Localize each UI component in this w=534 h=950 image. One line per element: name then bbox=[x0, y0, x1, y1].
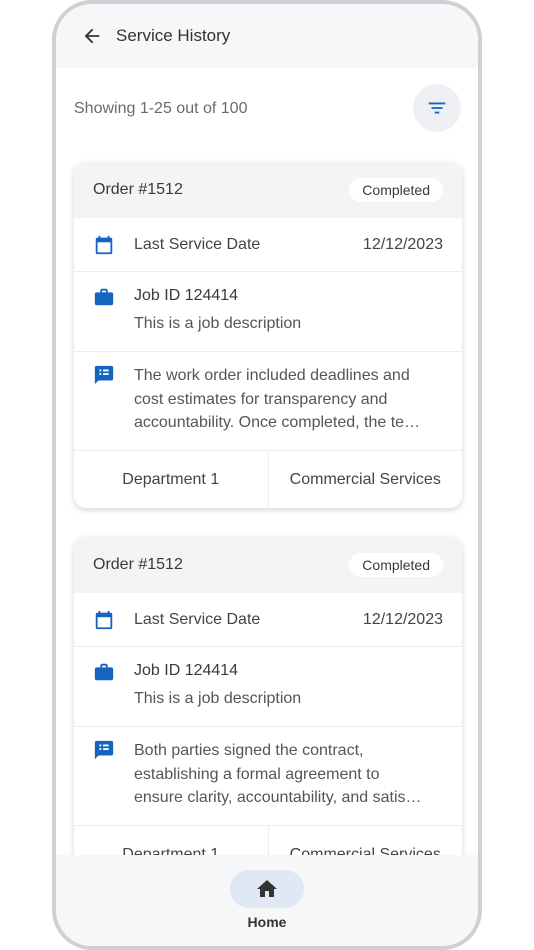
service-card[interactable]: Order #1512 Completed Last Service Date … bbox=[74, 537, 462, 855]
date-label: Last Service Date bbox=[134, 610, 261, 628]
notes-line: Both parties signed the contract, bbox=[134, 742, 364, 759]
home-nav-button[interactable] bbox=[230, 870, 304, 908]
notes-icon bbox=[93, 739, 115, 761]
notes-line: The work order included deadlines and bbox=[134, 367, 410, 384]
service-card[interactable]: Order #1512 Completed Last Service Date … bbox=[74, 162, 462, 508]
app-bar: Service History bbox=[56, 4, 478, 68]
phone-frame: Service History Showing 1-25 out of 100 … bbox=[52, 0, 482, 950]
filter-button[interactable] bbox=[413, 84, 461, 132]
last-service-date-row: Last Service Date 12/12/2023 bbox=[74, 218, 462, 272]
work-notes: Both parties signed the contract, establ… bbox=[134, 739, 440, 810]
last-service-date-row: Last Service Date 12/12/2023 bbox=[74, 593, 462, 647]
arrow-left-icon bbox=[84, 28, 100, 44]
home-icon bbox=[257, 880, 277, 897]
briefcase-icon bbox=[93, 661, 115, 683]
job-id: Job ID 124414 bbox=[134, 287, 239, 304]
department-tag: Department 1 bbox=[122, 470, 220, 488]
job-row: Job ID 124414 This is a job description bbox=[74, 647, 462, 727]
job-row: Job ID 124414 This is a job description bbox=[74, 272, 462, 352]
service-type-tag: Commercial Services bbox=[267, 451, 463, 508]
job-id: Job ID 124414 bbox=[134, 662, 239, 679]
status-badge: Completed bbox=[349, 553, 443, 577]
briefcase-icon bbox=[93, 286, 115, 308]
date-value: 12/12/2023 bbox=[362, 610, 443, 628]
job-description: This is a job description bbox=[134, 315, 302, 332]
date-label: Last Service Date bbox=[134, 235, 261, 253]
order-number: Order #1512 bbox=[93, 556, 183, 573]
calendar-icon bbox=[93, 234, 115, 256]
notes-row: Both parties signed the contract, establ… bbox=[74, 727, 462, 826]
notes-line: establishing a formal agreement to bbox=[134, 765, 380, 783]
notes-line: accountability. Once completed, the te… bbox=[134, 414, 421, 431]
order-number: Order #1512 bbox=[93, 181, 183, 198]
bottom-navigation: Home bbox=[56, 855, 478, 946]
filter-icon bbox=[428, 102, 446, 114]
notes-icon bbox=[93, 364, 115, 386]
home-nav-label[interactable]: Home bbox=[248, 914, 287, 930]
service-type-tag: Commercial Services bbox=[267, 826, 463, 855]
tags-row: Department 1 Commercial Services bbox=[74, 451, 462, 508]
calendar-icon bbox=[93, 609, 115, 631]
work-notes: The work order included deadlines and co… bbox=[134, 364, 440, 435]
date-value: 12/12/2023 bbox=[362, 235, 443, 253]
page-title: Service History bbox=[116, 26, 231, 45]
back-button[interactable] bbox=[78, 22, 106, 50]
results-summary: Showing 1-25 out of 100 bbox=[74, 100, 248, 117]
job-description: This is a job description bbox=[134, 690, 302, 707]
card-header: Order #1512 Completed bbox=[74, 537, 462, 593]
tags-row: Department 1 Commercial Services bbox=[74, 826, 462, 855]
notes-line: ensure clarity, accountability, and sati… bbox=[134, 789, 422, 806]
card-header: Order #1512 Completed bbox=[74, 162, 462, 218]
service-history-content[interactable]: Showing 1-25 out of 100 Order #1512 Comp… bbox=[56, 68, 478, 855]
notes-row: The work order included deadlines and co… bbox=[74, 352, 462, 451]
notes-line: cost estimates for transparency and bbox=[134, 390, 388, 408]
department-tag: Department 1 bbox=[122, 845, 220, 856]
status-badge: Completed bbox=[349, 178, 443, 202]
